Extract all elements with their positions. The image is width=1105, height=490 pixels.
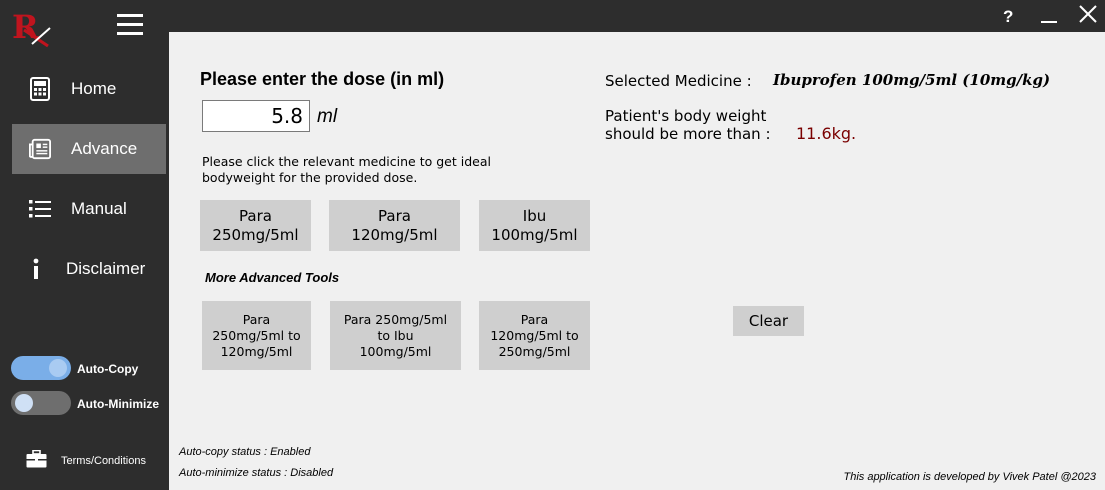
selected-medicine-value: Ibuprofen 100mg/5ml (10mg/kg) [773,71,1051,89]
advanced-tools-title: More Advanced Tools [205,270,340,285]
clear-button[interactable]: Clear [733,306,804,336]
dose-input[interactable] [202,100,310,132]
main-panel: Please enter the dose (in ml) ml Please … [169,32,1105,490]
close-icon[interactable] [1078,4,1098,24]
developer-credit: This application is developed by Vivek P… [843,471,1096,483]
weight-label-line2: should be more than : [605,125,771,143]
terms-conditions-label: Terms/Conditions [61,455,146,467]
dose-heading: Please enter the dose (in ml) [200,69,445,89]
sidebar-item-label: Advance [71,139,138,158]
auto-minimize-status: Auto-minimize status : Disabled [179,467,334,479]
sidebar-item-advance[interactable]: Advance [12,124,166,174]
sidebar-item-home[interactable]: Home [0,64,169,114]
list-icon [29,198,51,220]
weight-value: 11.6kg. [796,124,857,143]
help-icon[interactable]: ? [1003,7,1013,27]
auto-minimize-label: Auto-Minimize [77,397,159,411]
selected-medicine-label: Selected Medicine : [605,72,752,90]
terms-conditions-link[interactable]: Terms/Conditions [26,449,146,472]
instruction-text: Please click the relevant medicine to ge… [202,154,491,185]
hamburger-menu-icon[interactable] [117,14,143,38]
rx-logo-icon: R [10,8,54,48]
para120-to-para250-button[interactable]: Para 120mg/5ml to 250mg/5ml [479,301,590,370]
minimize-icon[interactable] [1039,6,1059,26]
sidebar: R Home Advance Manual Disclaimer Auto-Co… [0,0,169,490]
sidebar-item-label: Home [71,79,117,98]
calculator-icon [29,77,51,101]
briefcase-icon [26,449,47,472]
auto-minimize-toggle[interactable] [11,391,71,415]
sidebar-item-label: Manual [71,199,127,218]
weight-label-line1: Patient's body weight [605,107,767,125]
dose-unit: ml [317,106,338,127]
para-120-button[interactable]: Para 120mg/5ml [329,200,460,251]
title-bar: ? [169,0,1105,32]
para250-to-ibu100-button[interactable]: Para 250mg/5ml to Ibu 100mg/5ml [330,301,461,370]
para-250-button[interactable]: Para 250mg/5ml [200,200,311,251]
auto-copy-label: Auto-Copy [77,362,139,376]
sidebar-item-manual[interactable]: Manual [0,184,169,234]
sidebar-item-label: Disclaimer [66,259,146,278]
auto-copy-status: Auto-copy status : Enabled [179,446,311,458]
ibu-100-button[interactable]: Ibu 100mg/5ml [479,200,590,251]
sidebar-item-disclaimer[interactable]: Disclaimer [0,244,169,294]
para250-to-para120-button[interactable]: Para 250mg/5ml to 120mg/5ml [202,301,311,370]
news-icon [29,138,51,160]
info-icon [25,258,47,280]
auto-copy-toggle[interactable] [11,356,71,380]
